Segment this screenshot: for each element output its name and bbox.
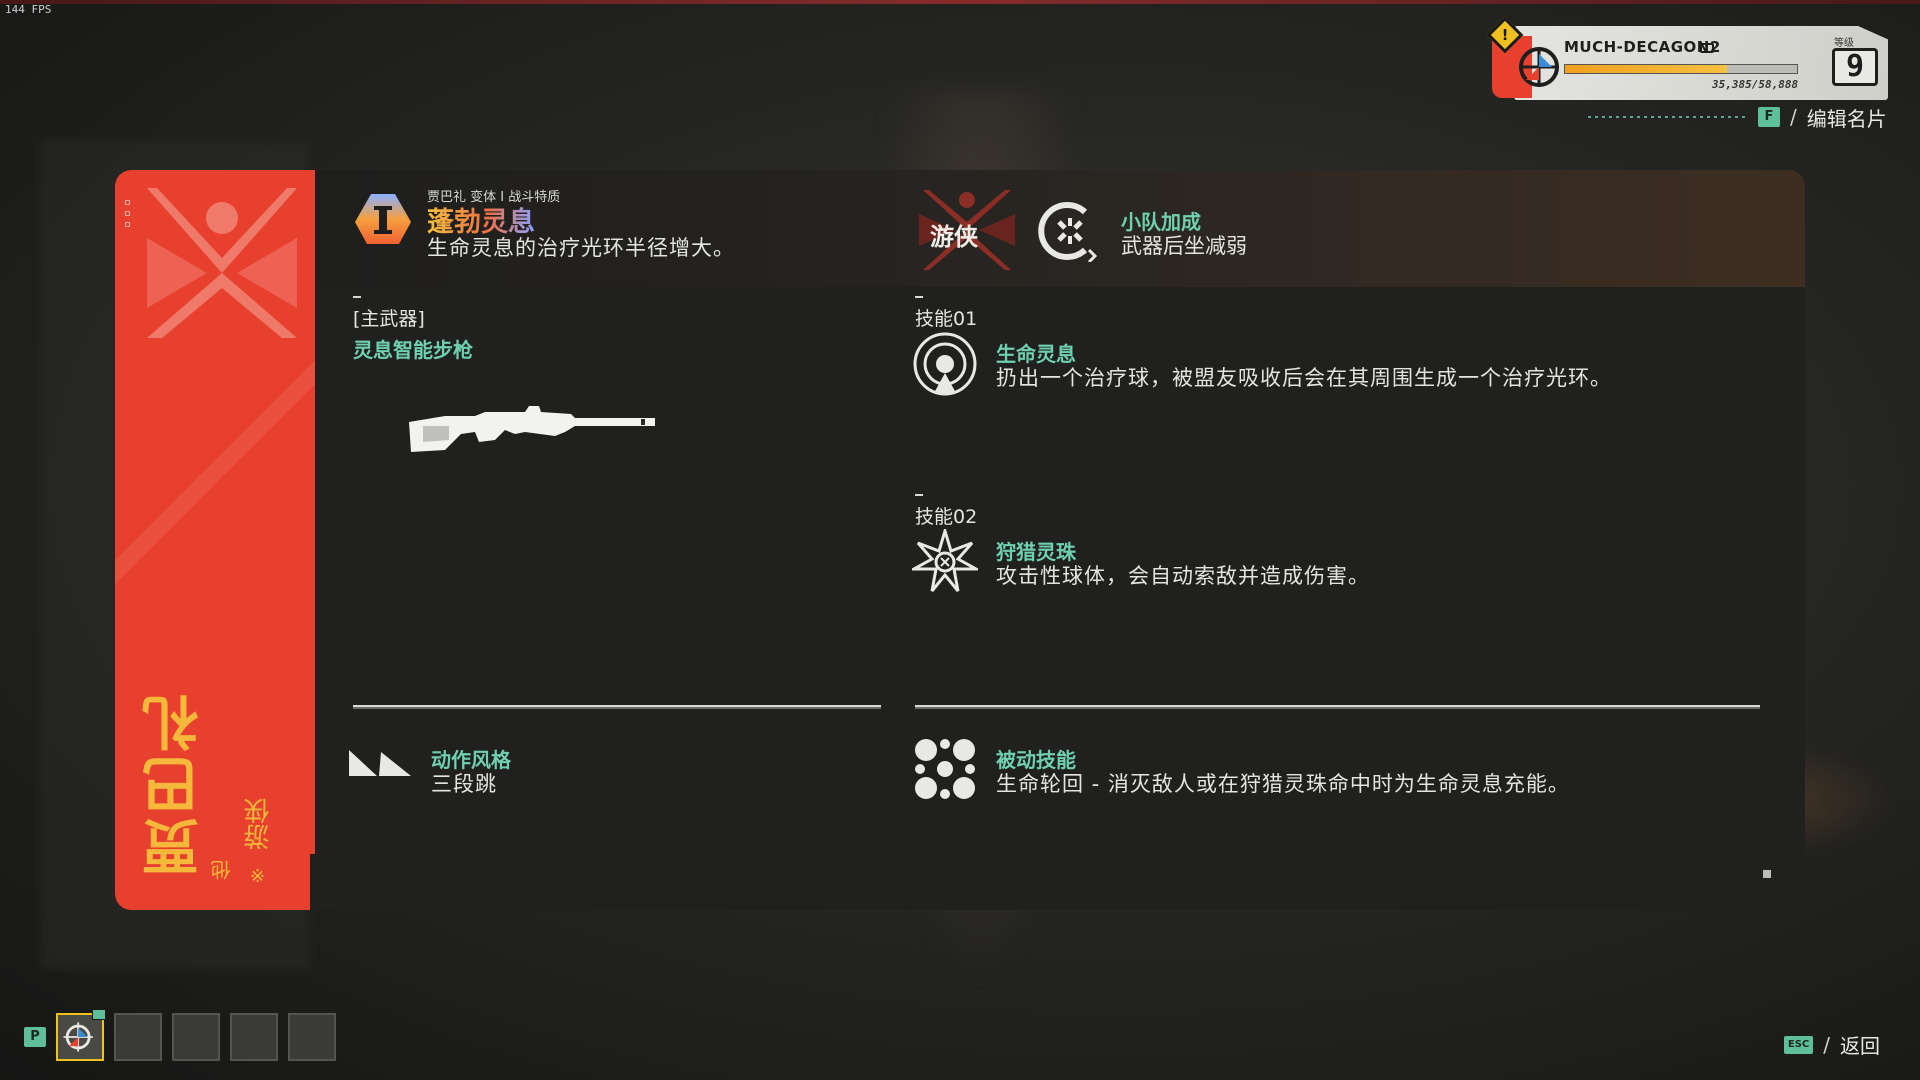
loadout-slot[interactable]: [114, 1013, 162, 1061]
recoil-reduction-icon[interactable]: [1035, 200, 1105, 262]
section-tick: [353, 296, 361, 298]
player-name: MUCH-DECAGON2: [1564, 38, 1721, 56]
player-emblem-icon: [1519, 47, 1559, 87]
rifle-icon[interactable]: [405, 392, 665, 464]
hero-name: 贾巴礼: [141, 690, 209, 876]
passive-description: 生命轮回 - 消灭敌人或在狩猎灵珠命中时为生命灵息充能。: [996, 772, 1570, 796]
xp-progress-fill: [1565, 65, 1728, 73]
class-icon: ※: [250, 866, 266, 887]
loadout-key-hint: P: [24, 1027, 46, 1047]
edit-card-prompt[interactable]: F / 编辑名片: [1588, 103, 1887, 132]
player-profile-card[interactable]: ! MUCH-DECAGON2 35,385/58,888 等级 9: [1486, 16, 1892, 104]
loadout-slot[interactable]: [56, 1009, 106, 1061]
loadout-bar: P: [24, 1009, 336, 1061]
section-divider: [353, 705, 881, 709]
sidebar-notch: [310, 854, 315, 910]
fps-counter: 144 FPS: [5, 3, 52, 16]
sidebar-stripe: [115, 320, 315, 720]
movement-description: 三段跳: [431, 772, 497, 796]
weapon-name: 灵息智能步枪: [353, 338, 473, 362]
skill-02-label: 技能02: [915, 506, 978, 528]
edit-card-label[interactable]: 编辑名片: [1807, 103, 1887, 132]
level-label: 等级: [1834, 38, 1854, 49]
player-emblem-icon: [63, 1022, 93, 1052]
section-tick: [915, 494, 923, 496]
loadout-slot[interactable]: [230, 1013, 278, 1061]
loadout-slot[interactable]: [288, 1013, 336, 1061]
life-orb-icon[interactable]: [912, 331, 978, 397]
panel-corner-marker: [1763, 870, 1771, 878]
perk-description: 生命灵息的治疗光环半径增大。: [427, 236, 735, 260]
edit-key-hint: F: [1758, 107, 1780, 127]
skill-01-description: 扔出一个治疗球，被盟友吸收后会在其周围生成一个治疗光环。: [996, 366, 1612, 390]
xp-text: 35,385/58,888: [1712, 78, 1799, 91]
skill-02-description: 攻击性球体，会自动索敌并造成伤害。: [996, 564, 1370, 588]
class-badge-label: 游侠: [930, 223, 978, 251]
hero-class: 游侠: [244, 798, 274, 850]
decorative-dots: [1588, 116, 1748, 118]
hero-pronoun: 他: [210, 860, 234, 880]
hunting-orb-icon[interactable]: [912, 529, 978, 595]
back-button[interactable]: 返回: [1840, 1030, 1880, 1059]
hero-detail-panel: 贾巴礼 他 游侠 ※ 贾巴礼 变体 I 战斗特质 蓬勃灵息 生命灵息的治疗光环半…: [115, 170, 1805, 910]
equipped-marker: [92, 1009, 106, 1020]
xp-progress-bar: [1564, 64, 1798, 74]
esc-key-hint: ESC: [1783, 1035, 1814, 1054]
top-accent-line: [0, 0, 1920, 4]
roman-one-icon[interactable]: [353, 192, 413, 246]
back-prompt[interactable]: ESC / 返回: [1783, 1030, 1880, 1059]
sidebar-dots: [125, 200, 130, 227]
squad-bonus-description: 武器后坐减弱: [1121, 234, 1247, 258]
skill-01-label: 技能01: [915, 308, 978, 330]
hero-sidebar: 贾巴礼 他 游侠 ※: [115, 170, 315, 910]
section-divider: [915, 705, 1760, 709]
triple-jump-icon[interactable]: [347, 740, 413, 780]
player-level: 9: [1832, 48, 1878, 86]
weapon-slot-label: [主武器]: [353, 308, 425, 330]
section-tick: [915, 296, 923, 298]
loadout-slot[interactable]: [172, 1013, 220, 1061]
passive-cluster-icon[interactable]: [912, 736, 978, 802]
platform-icon: [1700, 43, 1714, 53]
separator: /: [1823, 1032, 1830, 1057]
separator: /: [1790, 105, 1797, 129]
